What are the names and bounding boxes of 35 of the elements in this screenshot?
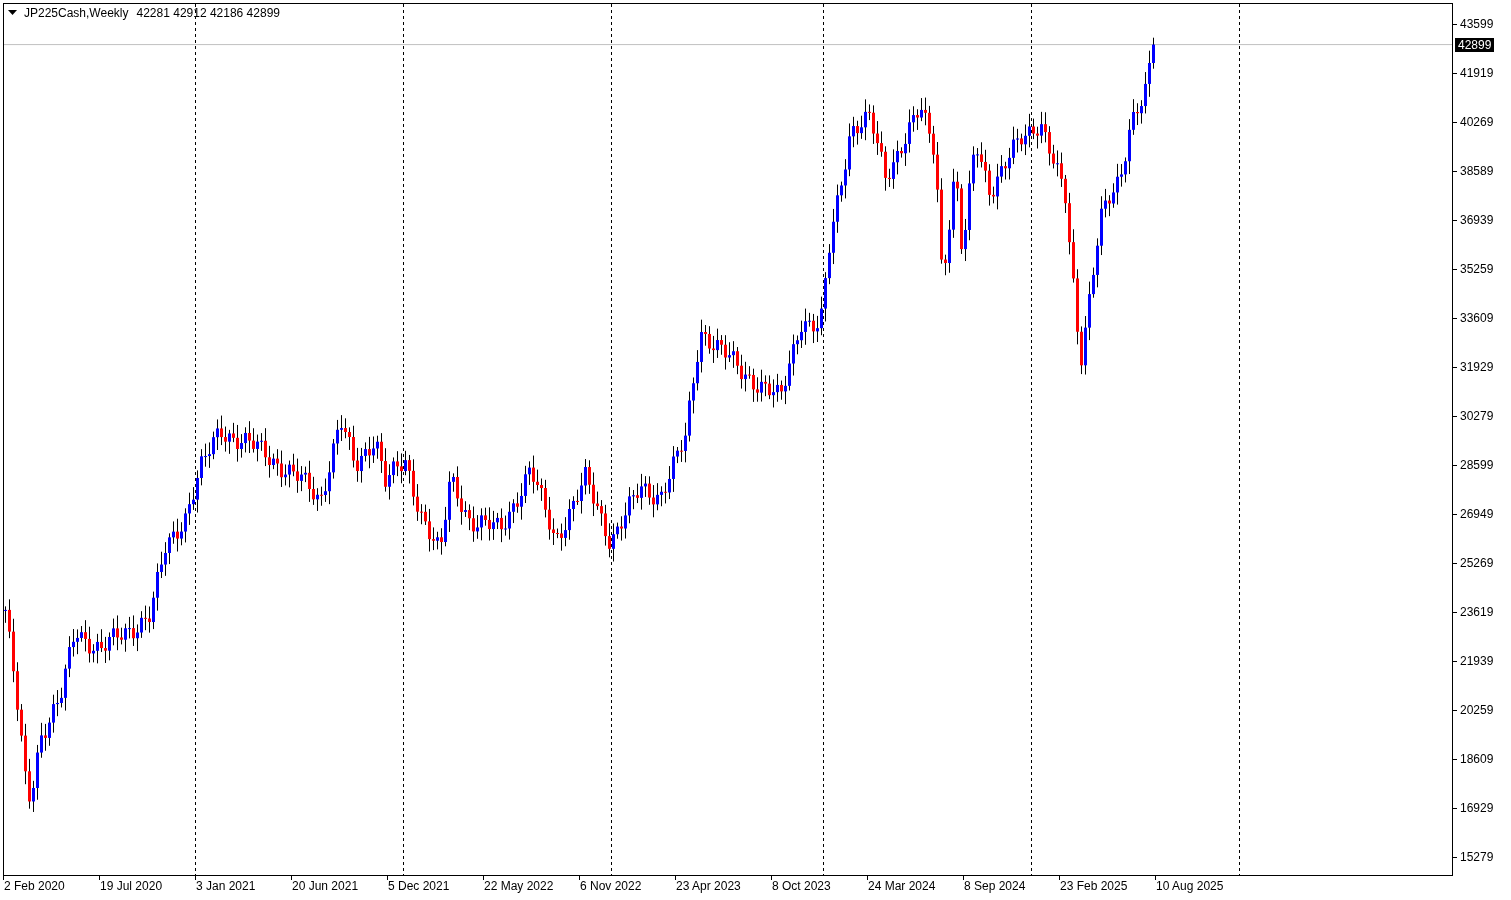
price-axis-label: 15279 bbox=[1459, 850, 1495, 864]
price-axis-label: 20259 bbox=[1459, 703, 1495, 717]
price-axis-label: 26949 bbox=[1459, 507, 1495, 521]
time-axis-label: 3 Jan 2021 bbox=[196, 879, 256, 893]
time-axis-label: 6 Nov 2022 bbox=[580, 879, 642, 893]
symbol-label: JP225Cash,Weekly bbox=[24, 6, 129, 20]
time-axis-label: 24 Mar 2024 bbox=[868, 879, 936, 893]
current-price-tag: 42899 bbox=[1455, 37, 1495, 52]
price-axis-label: 31929 bbox=[1459, 360, 1495, 374]
price-axis-label: 38589 bbox=[1459, 164, 1495, 178]
time-axis-label: 22 May 2022 bbox=[484, 879, 554, 893]
time-axis-label: 20 Jun 2021 bbox=[292, 879, 359, 893]
price-axis-label: 40269 bbox=[1459, 115, 1495, 129]
price-axis-label: 41919 bbox=[1459, 66, 1495, 80]
time-axis-label: 8 Oct 2023 bbox=[772, 879, 831, 893]
price-axis-label: 23619 bbox=[1459, 605, 1495, 619]
price-axis-label: 18609 bbox=[1459, 752, 1495, 766]
time-axis-label: 5 Dec 2021 bbox=[388, 879, 450, 893]
time-axis-label: 23 Feb 2025 bbox=[1060, 879, 1128, 893]
time-axis-label: 19 Jul 2020 bbox=[100, 879, 163, 893]
time-axis-label: 8 Sep 2024 bbox=[964, 879, 1026, 893]
time-axis-label: 2 Feb 2020 bbox=[4, 879, 65, 893]
price-axis-label: 35259 bbox=[1459, 262, 1495, 276]
ohlc-values: 42281 42912 42186 42899 bbox=[136, 6, 280, 20]
price-axis-label: 33609 bbox=[1459, 311, 1495, 325]
price-axis-label: 30279 bbox=[1459, 409, 1495, 423]
price-axis-label: 36939 bbox=[1459, 213, 1495, 227]
price-axis-label: 25269 bbox=[1459, 556, 1495, 570]
dropdown-triangle-icon[interactable] bbox=[8, 10, 17, 16]
time-axis-label: 10 Aug 2025 bbox=[1156, 879, 1224, 893]
price-axis-label: 21939 bbox=[1459, 654, 1495, 668]
price-axis-label: 16929 bbox=[1459, 801, 1495, 815]
price-axis-label: 28599 bbox=[1459, 458, 1495, 472]
time-axis-label: 23 Apr 2023 bbox=[676, 879, 741, 893]
price-axis-label: 43599 bbox=[1459, 17, 1495, 31]
